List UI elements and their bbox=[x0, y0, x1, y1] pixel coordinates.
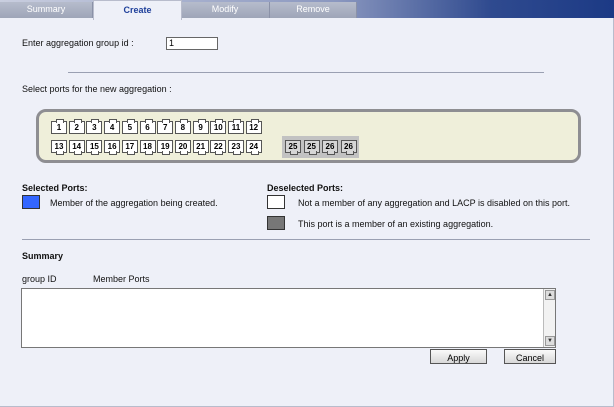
port-23[interactable]: 23 bbox=[228, 140, 244, 155]
scrollbar[interactable]: ▲ ▼ bbox=[543, 289, 555, 347]
port-25-existing[interactable]: 25 bbox=[303, 140, 320, 155]
tab-create[interactable]: Create bbox=[93, 0, 182, 20]
column-header-member-ports: Member Ports bbox=[93, 274, 150, 284]
port-15[interactable]: 15 bbox=[86, 140, 103, 155]
not-member-color-swatch bbox=[267, 195, 285, 209]
port-19[interactable]: 19 bbox=[157, 140, 174, 155]
cancel-button[interactable]: Cancel bbox=[504, 349, 556, 364]
port-9[interactable]: 9 bbox=[192, 119, 209, 134]
port-26-existing[interactable]: 26 bbox=[322, 140, 338, 155]
tab-remove[interactable]: Remove bbox=[270, 2, 357, 18]
scroll-down-icon[interactable]: ▼ bbox=[545, 336, 555, 346]
not-member-desc: Not a member of any aggregation and LACP… bbox=[298, 198, 570, 208]
port-1[interactable]: 1 bbox=[51, 119, 67, 134]
selected-ports-desc: Member of the aggregation being created. bbox=[50, 198, 218, 208]
port-25-existing[interactable]: 25 bbox=[285, 140, 301, 155]
port-21[interactable]: 21 bbox=[192, 140, 209, 155]
port-4[interactable]: 4 bbox=[104, 119, 121, 134]
port-5[interactable]: 5 bbox=[121, 119, 138, 134]
port-16[interactable]: 16 bbox=[104, 140, 121, 155]
divider bbox=[22, 239, 590, 240]
port-7[interactable]: 7 bbox=[157, 119, 174, 134]
port-20[interactable]: 20 bbox=[174, 140, 191, 155]
port-17[interactable]: 17 bbox=[121, 140, 138, 155]
divider bbox=[68, 72, 544, 73]
port-11[interactable]: 11 bbox=[228, 119, 244, 134]
port-2[interactable]: 2 bbox=[68, 119, 85, 134]
select-ports-label: Select ports for the new aggregation : bbox=[22, 84, 172, 94]
summary-heading: Summary bbox=[22, 251, 64, 261]
port-24[interactable]: 24 bbox=[245, 140, 262, 155]
port-3[interactable]: 3 bbox=[86, 119, 103, 134]
existing-member-color-swatch bbox=[267, 216, 285, 230]
port-26-existing[interactable]: 26 bbox=[340, 140, 357, 155]
summary-list[interactable]: ▲ ▼ bbox=[21, 288, 556, 348]
scroll-up-icon[interactable]: ▲ bbox=[545, 290, 555, 300]
tab-bar: Summary Modify Remove Create bbox=[0, 0, 614, 20]
group-id-label: Enter aggregation group id : bbox=[22, 38, 134, 48]
selected-ports-heading: Selected Ports: bbox=[22, 183, 88, 193]
selected-color-swatch bbox=[22, 195, 40, 209]
port-6[interactable]: 6 bbox=[139, 119, 156, 134]
apply-button[interactable]: Apply bbox=[430, 349, 487, 364]
port-8[interactable]: 8 bbox=[174, 119, 191, 134]
tab-summary[interactable]: Summary bbox=[0, 2, 93, 18]
port-10[interactable]: 10 bbox=[210, 119, 227, 134]
port-12[interactable]: 12 bbox=[245, 119, 262, 134]
port-14[interactable]: 14 bbox=[68, 140, 85, 155]
column-header-group-id: group ID bbox=[22, 274, 57, 284]
port-22[interactable]: 22 bbox=[210, 140, 227, 155]
deselected-ports-heading: Deselected Ports: bbox=[267, 183, 344, 193]
port-18[interactable]: 18 bbox=[139, 140, 156, 155]
existing-member-desc: This port is a member of an existing agg… bbox=[298, 219, 494, 229]
tab-modify[interactable]: Modify bbox=[181, 2, 270, 18]
port-13[interactable]: 13 bbox=[51, 140, 67, 155]
group-id-input[interactable] bbox=[166, 37, 218, 50]
